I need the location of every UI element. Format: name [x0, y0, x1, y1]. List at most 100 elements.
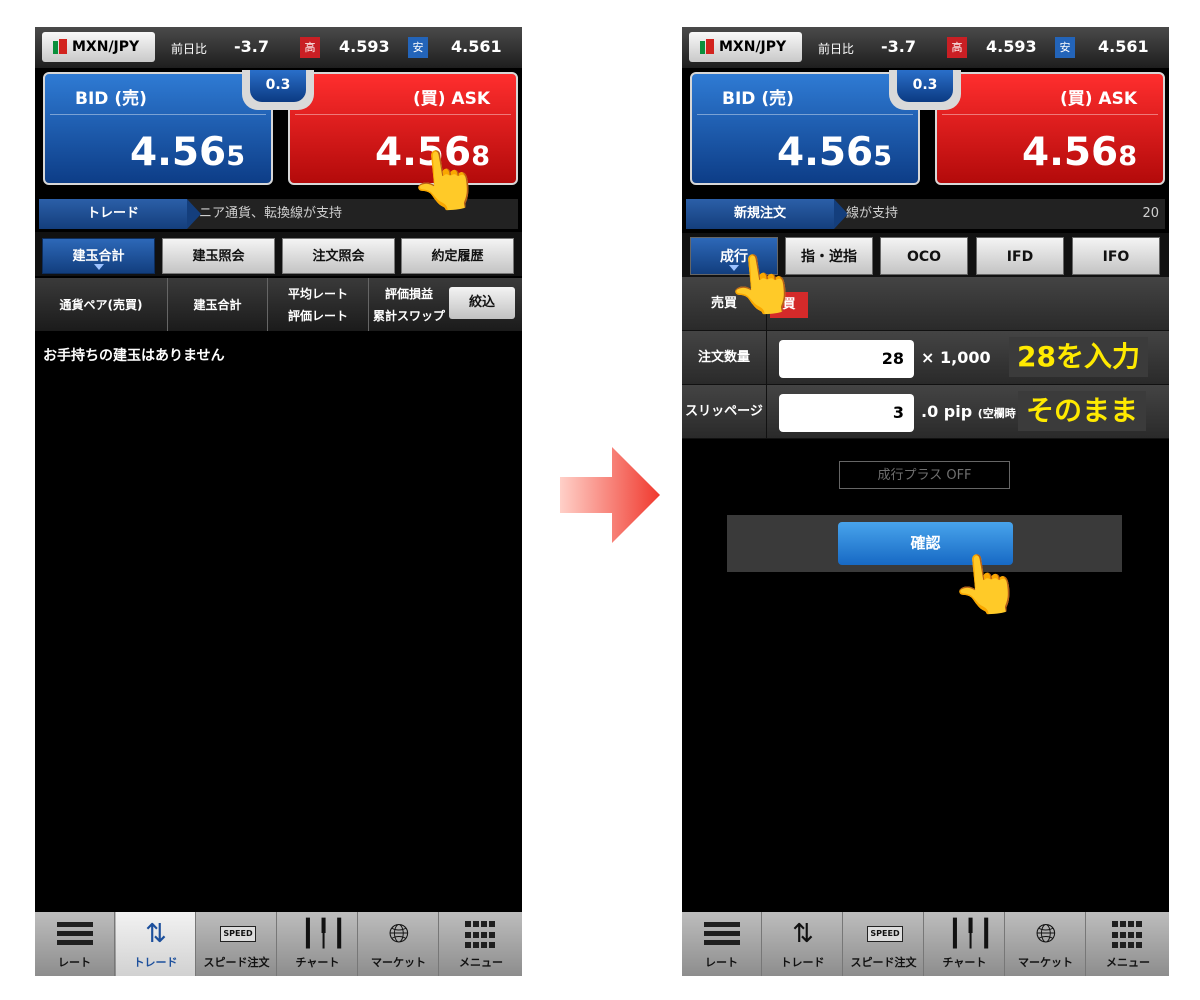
- slippage-annotation: そのまま: [1018, 391, 1147, 431]
- speed-icon: SPEED: [219, 919, 256, 949]
- list-icon: [704, 922, 740, 952]
- nav-speed-order[interactable]: SPEED スピード注文: [844, 912, 924, 976]
- nav-market[interactable]: 🌐︎ マーケット: [359, 912, 439, 976]
- nav-menu[interactable]: メニュー: [440, 912, 522, 976]
- globe-icon: 🌐︎: [388, 919, 410, 949]
- bid-label: BID (売): [722, 89, 794, 109]
- ask-button[interactable]: (買) ASK 4.568: [288, 72, 518, 185]
- spread-value: 0.3: [250, 70, 306, 102]
- nav-trade[interactable]: ⇅ トレード: [763, 912, 843, 976]
- quantity-input[interactable]: 28: [779, 340, 914, 378]
- col-pair: 通貨ペア(売買): [35, 278, 168, 331]
- mexico-flag-icon: [51, 38, 69, 56]
- col-rate: 平均レート 評価レート: [268, 278, 369, 331]
- bid-button[interactable]: BID (売) 4.565: [690, 72, 920, 185]
- col-pl: 評価損益 累計スワップ: [372, 286, 445, 323]
- nav-chart[interactable]: ┃╿┃ チャート: [925, 912, 1005, 976]
- bid-label: BID (売): [75, 89, 147, 109]
- ask-label: (買) ASK: [412, 89, 490, 109]
- change-value: -3.7: [881, 37, 916, 56]
- ticker-text: 線が支持: [846, 206, 899, 221]
- spread-badge: 0.3: [242, 70, 314, 110]
- left-screen: MXN/JPY 前日比 -3.7 高 4.593 安 4.561 BID (売)…: [35, 27, 522, 976]
- market-plus-toggle[interactable]: 成行プラス OFF: [839, 461, 1010, 489]
- divider: [942, 114, 1158, 115]
- bottom-nav: レート ⇅ トレード SPEED スピード注文 ┃╿┃ チャート 🌐︎ マーケッ…: [682, 912, 1169, 976]
- spread-badge: 0.3: [889, 70, 961, 110]
- tab-position-total[interactable]: 建玉合計: [42, 238, 155, 274]
- divider: [697, 114, 913, 115]
- ticker-number: 20: [1142, 206, 1159, 221]
- high-badge: 高: [947, 37, 967, 58]
- ticker-tab[interactable]: トレード: [39, 199, 201, 229]
- tab-order-inquiry[interactable]: 注文照会: [282, 238, 395, 274]
- ask-price: 4.568: [1021, 130, 1137, 175]
- globe-icon: 🌐︎: [1035, 919, 1057, 949]
- currency-pair-label: MXN/JPY: [72, 39, 140, 55]
- slippage-input[interactable]: 3: [779, 394, 914, 432]
- bid-price: 4.565: [776, 130, 892, 175]
- change-value: -3.7: [234, 37, 269, 56]
- table-header: 通貨ペア(売買) 建玉合計 平均レート 評価レート 評価損益 累計スワップ 絞込: [35, 278, 522, 331]
- nav-speed-order[interactable]: SPEED スピード注文: [197, 912, 277, 976]
- currency-pair-button[interactable]: MXN/JPY: [689, 32, 802, 62]
- currency-pair-button[interactable]: MXN/JPY: [42, 32, 155, 62]
- slippage-unit: .0 pip (空欄時: [921, 402, 1016, 421]
- mexico-flag-icon: [698, 38, 716, 56]
- pointing-finger-icon: 👆: [405, 142, 485, 218]
- quantity-row: 注文数量 28 × 1,000 28を入力: [682, 331, 1169, 385]
- bid-button[interactable]: BID (売) 4.565: [43, 72, 273, 185]
- slippage-label: スリッページ: [682, 385, 767, 438]
- nav-chart[interactable]: ┃╿┃ チャート: [278, 912, 358, 976]
- quantity-label: 注文数量: [682, 331, 767, 384]
- filter-button[interactable]: 絞込: [449, 287, 515, 319]
- nav-rate[interactable]: レート: [682, 912, 762, 976]
- ticker-tab[interactable]: 新規注文: [686, 199, 848, 229]
- tab-ifo[interactable]: IFO: [1072, 237, 1160, 275]
- tab-oco[interactable]: OCO: [880, 237, 968, 275]
- ticker-text: ニア通貨、転換線が支持: [199, 206, 343, 221]
- right-screen: MXN/JPY 前日比 -3.7 高 4.593 安 4.561 BID (売)…: [682, 27, 1169, 976]
- tab-execution-history[interactable]: 約定履歴: [401, 238, 514, 274]
- slippage-row: スリッページ 3 .0 pip (空欄時 そのまま: [682, 385, 1169, 439]
- change-label: 前日比: [818, 42, 855, 56]
- high-value: 4.593: [339, 37, 390, 56]
- quantity-annotation: 28を入力: [1009, 337, 1148, 377]
- next-step-arrow-icon: [560, 447, 660, 543]
- low-badge: 安: [1055, 37, 1075, 58]
- list-icon: [57, 922, 93, 952]
- pointing-finger-icon: 👆: [722, 246, 802, 322]
- trade-arrows-icon: ⇅: [145, 919, 167, 949]
- spread-value: 0.3: [897, 70, 953, 102]
- bid-price: 4.565: [129, 130, 245, 175]
- divider: [50, 114, 266, 115]
- low-value: 4.561: [1098, 37, 1149, 56]
- trade-arrows-icon: ⇅: [792, 919, 814, 949]
- ask-label: (買) ASK: [1059, 89, 1137, 109]
- candlestick-icon: ┃╿┃: [947, 919, 994, 949]
- divider: [295, 114, 511, 115]
- speed-icon: SPEED: [866, 919, 903, 949]
- tab-ifd[interactable]: IFD: [976, 237, 1064, 275]
- nav-menu[interactable]: メニュー: [1087, 912, 1169, 976]
- nav-trade[interactable]: ⇅ トレード: [116, 912, 196, 976]
- nav-rate[interactable]: レート: [35, 912, 115, 976]
- grid-menu-icon: [462, 919, 498, 951]
- tab-position-inquiry[interactable]: 建玉照会: [162, 238, 275, 274]
- rate-header: MXN/JPY 前日比 -3.7 高 4.593 安 4.561: [35, 27, 522, 68]
- position-tabs: 建玉合計 建玉照会 注文照会 約定履歴: [35, 232, 522, 276]
- grid-menu-icon: [1109, 919, 1145, 951]
- empty-positions-message: お手持ちの建玉はありません: [43, 348, 225, 364]
- ask-button[interactable]: (買) ASK 4.568: [935, 72, 1165, 185]
- col-total: 建玉合計: [168, 278, 268, 331]
- nav-market[interactable]: 🌐︎ マーケット: [1006, 912, 1086, 976]
- pointing-finger-icon: 👆: [946, 546, 1026, 622]
- candlestick-icon: ┃╿┃: [300, 919, 347, 949]
- high-value: 4.593: [986, 37, 1037, 56]
- high-badge: 高: [300, 37, 320, 58]
- bottom-nav: レート ⇅ トレード SPEED スピード注文 ┃╿┃ チャート 🌐︎ マーケッ…: [35, 912, 522, 976]
- quantity-unit: × 1,000: [921, 348, 991, 367]
- tab-limit-stop[interactable]: 指・逆指: [785, 237, 873, 275]
- low-value: 4.561: [451, 37, 502, 56]
- currency-pair-label: MXN/JPY: [719, 39, 787, 55]
